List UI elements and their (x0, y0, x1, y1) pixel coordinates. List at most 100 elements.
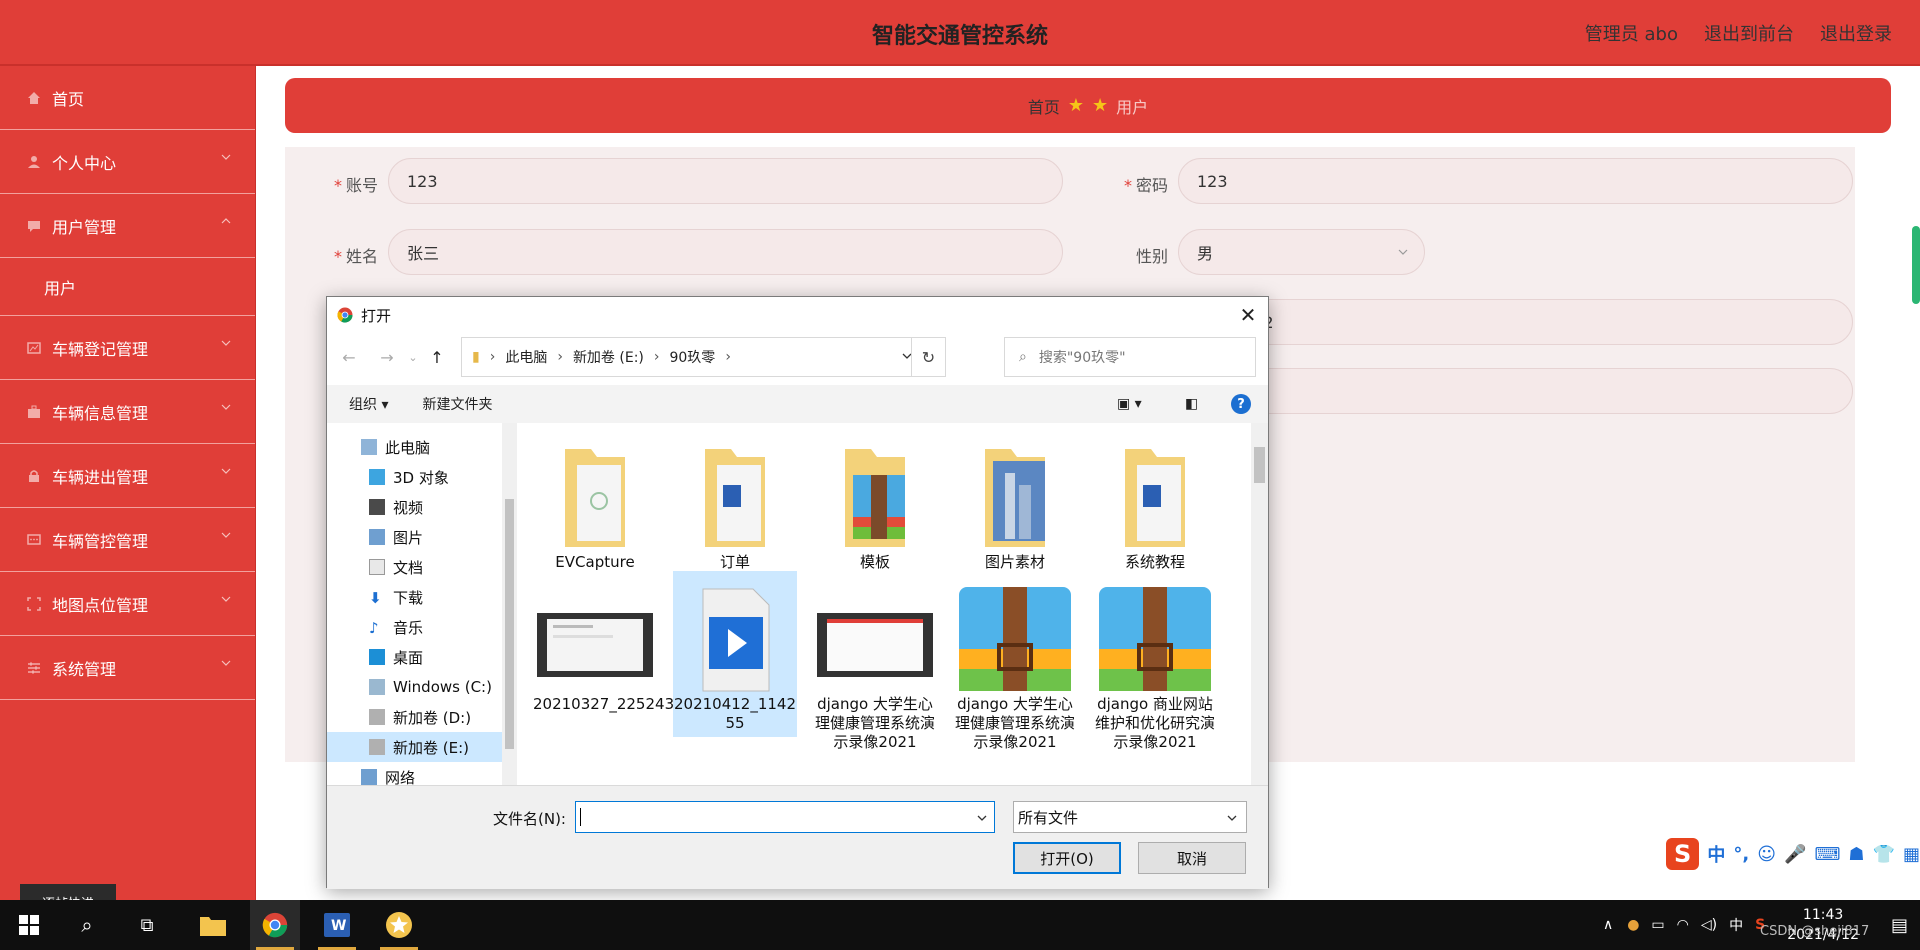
name-label: * 姓名 (333, 247, 378, 266)
account-input[interactable]: 123 (388, 158, 1063, 204)
sidebar-item-users[interactable]: 用户管理 (0, 194, 255, 258)
wifi-icon[interactable]: ◠ (1677, 917, 1689, 933)
chrome-taskbar-icon[interactable] (250, 900, 300, 950)
sidebar-item-home[interactable]: 首页 (0, 66, 255, 130)
tree-item-video[interactable]: 视频 (327, 492, 502, 522)
task-view-icon[interactable]: ⧉ (122, 900, 172, 950)
tree-item-pictures[interactable]: 图片 (327, 522, 502, 552)
preview-pane-icon[interactable]: ◧ (1185, 396, 1198, 412)
file-item[interactable]: 20210327_225243 (533, 583, 674, 714)
keyboard-icon[interactable]: ⌨ (1814, 844, 1840, 865)
grid-icon[interactable]: ▦ (1903, 844, 1920, 865)
breadcrumb-home[interactable]: 首页 (1028, 94, 1060, 118)
sidebar-item-map-points[interactable]: 地图点位管理 (0, 572, 255, 636)
sidebar-item-vehicle-inout[interactable]: 车辆进出管理 (0, 444, 255, 508)
drive-icon (369, 739, 385, 755)
up-icon[interactable]: ↑ (425, 345, 449, 369)
tree-item-3d[interactable]: 3D 对象 (327, 462, 502, 492)
qq-icon[interactable]: ● (1627, 917, 1639, 933)
file-item[interactable]: django 商业网站维护和优化研究演示录像2021 (1093, 583, 1217, 752)
sidebar-item-profile[interactable]: 个人中心 (0, 130, 255, 194)
sidebar-item-vehicle-control[interactable]: 车辆管控管理 (0, 508, 255, 572)
file-item[interactable]: 系统教程 (1093, 441, 1217, 572)
tree-item-drive-c[interactable]: Windows (C:) (327, 672, 502, 702)
path-segment[interactable]: 新加卷 (E:) (573, 347, 644, 367)
sidebar-item-label: 车辆管控管理 (52, 531, 149, 551)
sidebar-item-label: 个人中心 (52, 153, 117, 173)
file-item-selected[interactable]: 20210412_114255 (673, 571, 797, 737)
forward-icon[interactable]: → (375, 345, 399, 369)
search-box[interactable]: ⌕ 搜索"90玖零" (1004, 337, 1256, 377)
close-icon[interactable]: ✕ (1238, 305, 1258, 325)
tree-item-desktop[interactable]: 桌面 (327, 642, 502, 672)
microphone-icon[interactable]: 🎤 (1784, 844, 1806, 865)
speaker-icon[interactable]: ◁) (1701, 917, 1717, 933)
app-star-icon[interactable] (374, 900, 424, 950)
tree-item-documents[interactable]: 文档 (327, 552, 502, 582)
chevron-up-icon[interactable]: ∧ (1603, 917, 1613, 933)
sidebar-item-vehicle-register[interactable]: 车辆登记管理 (0, 316, 255, 380)
password-input[interactable]: 123 (1178, 158, 1853, 204)
recent-chevron-icon[interactable]: ⌄ (401, 345, 425, 369)
gender-select[interactable]: 男 (1178, 229, 1425, 275)
sidebar-item-vehicle-info[interactable]: 车辆信息管理 (0, 380, 255, 444)
navigation-tree: 此电脑 3D 对象 视频 图片 文档 ⬇ 下载 ♪ 音乐 桌面 Windows (C… (327, 423, 517, 785)
ime-punct[interactable]: °, (1733, 844, 1749, 865)
user-icon[interactable]: ☗ (1848, 844, 1864, 865)
file-item[interactable]: 模板 (813, 441, 937, 572)
organize-button[interactable]: 组织 ▾ (349, 394, 388, 414)
tree-item-network[interactable]: 网络 (327, 762, 502, 785)
sidebar-item-label: 用户管理 (52, 217, 117, 237)
file-item[interactable]: django 大学生心理健康管理系统演示录像2021 (813, 583, 937, 752)
sidebar-item-label: 车辆进出管理 (52, 467, 149, 487)
skin-icon[interactable]: 👕 (1873, 844, 1895, 865)
sogou-icon[interactable]: S (1666, 838, 1700, 870)
filename-input[interactable] (575, 801, 995, 833)
notification-icon[interactable]: ▤ (1891, 915, 1908, 936)
ime-lang[interactable]: 中 (1707, 841, 1725, 867)
tree-item-downloads[interactable]: ⬇ 下载 (327, 582, 502, 612)
file-item[interactable]: django 大学生心理健康管理系统演示录像2021 (953, 583, 1077, 752)
file-explorer-icon[interactable] (188, 900, 238, 950)
star-icon: ★ (1067, 95, 1084, 116)
back-icon[interactable]: ← (337, 345, 361, 369)
tree-item-drive-d[interactable]: 新加卷 (D:) (327, 702, 502, 732)
help-icon[interactable]: ? (1231, 394, 1251, 414)
file-scrollbar[interactable] (1251, 423, 1268, 785)
address-bar[interactable]: ▮ › 此电脑 › 新加卷 (E:) › 90玖零 › ↻ (461, 337, 946, 377)
page-scrollbar[interactable] (1912, 226, 1920, 304)
tree-item-this-pc[interactable]: 此电脑 (327, 432, 502, 462)
chevron-right-icon: › (653, 349, 660, 365)
emoji-icon[interactable]: ☺ (1757, 844, 1776, 865)
open-button[interactable]: 打开(O) (1013, 842, 1121, 874)
file-item[interactable]: 订单 (673, 441, 797, 572)
path-segment[interactable]: 90玖零 (669, 347, 715, 367)
logout-link[interactable]: 退出登录 (1820, 20, 1892, 46)
sidebar-subitem-user[interactable]: 用户 (0, 258, 255, 316)
search-icon[interactable]: ⌕ (62, 900, 112, 950)
start-icon[interactable] (4, 900, 54, 950)
tree-item-drive-e[interactable]: 新加卷 (E:) (327, 732, 502, 762)
input-lang[interactable]: 中 (1729, 915, 1743, 935)
email-input[interactable]: m (1178, 368, 1853, 414)
filetype-select[interactable]: 所有文件 (1013, 801, 1247, 833)
phone-input[interactable]: 312 (1178, 299, 1853, 345)
front-link[interactable]: 退出到前台 (1704, 20, 1794, 46)
new-folder-button[interactable]: 新建文件夹 (422, 394, 492, 414)
cancel-button[interactable]: 取消 (1138, 842, 1246, 874)
chevron-down-icon[interactable] (976, 812, 988, 824)
path-segment[interactable]: 此电脑 (505, 347, 547, 367)
word-icon[interactable]: W (312, 900, 362, 950)
file-item[interactable]: 图片素材 (953, 441, 1077, 572)
name-input[interactable]: 张三 (388, 229, 1063, 275)
top-header: 智能交通管控系统 管理员 abo 退出到前台 退出登录 (0, 0, 1920, 66)
file-item[interactable]: EVCapture (533, 441, 657, 572)
battery-icon[interactable]: ▭ (1651, 917, 1664, 933)
refresh-icon[interactable]: ↻ (911, 338, 945, 376)
dialog-title: 打开 (361, 306, 392, 325)
tree-item-music[interactable]: ♪ 音乐 (327, 612, 502, 642)
comment-icon (26, 532, 42, 548)
tree-scrollbar[interactable] (502, 423, 517, 785)
sidebar-item-system[interactable]: 系统管理 (0, 636, 255, 700)
view-icon[interactable]: ▣ ▾ (1117, 396, 1142, 412)
